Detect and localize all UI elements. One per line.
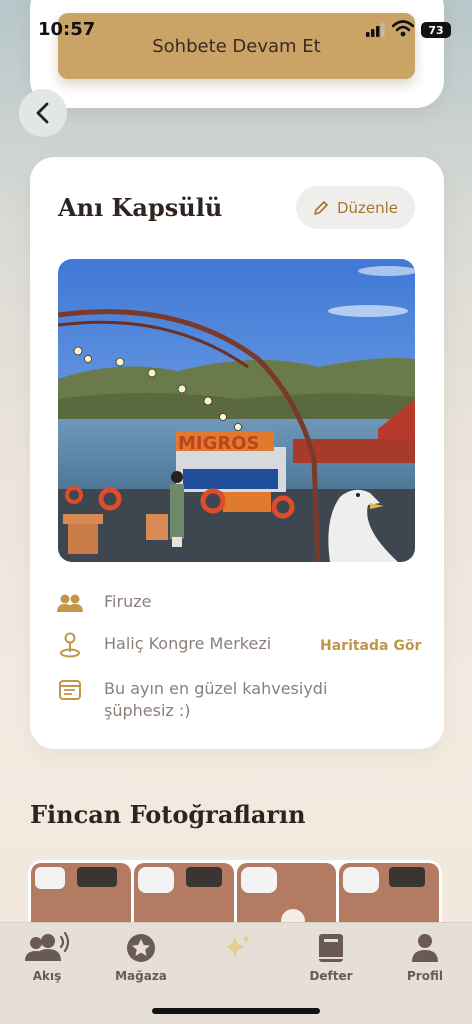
memory-note: Bu ayın en güzel kahvesiydi şüphesiz :) [104, 678, 327, 722]
chevron-left-icon [36, 102, 49, 124]
tab-profile[interactable]: Profil [385, 931, 465, 983]
note-line-2: şüphesiz :) [104, 701, 191, 720]
tab-label: Profil [407, 969, 443, 983]
tab-center[interactable] [196, 931, 276, 969]
pencil-icon [314, 200, 328, 215]
view-on-map-link[interactable]: Haritada Gör [320, 638, 421, 654]
location-name: Haliç Kongre Merkezi [104, 634, 272, 653]
cellular-signal-icon [366, 23, 385, 37]
note-row: Bu ayın en güzel kahvesiydi şüphesiz :) [56, 678, 327, 722]
location-pin-icon [60, 632, 80, 658]
tab-label: Mağaza [115, 969, 167, 983]
note-icon [59, 680, 81, 700]
waterfront-photo: MIGROS [58, 259, 415, 562]
person-row: Firuze [56, 591, 151, 615]
tab-feed[interactable]: Akış [7, 931, 87, 983]
memory-photo[interactable]: MIGROS [58, 259, 415, 562]
home-indicator [152, 1008, 320, 1014]
back-button[interactable] [19, 89, 67, 137]
people-icon [57, 594, 83, 612]
photo-sign-text: MIGROS [178, 433, 260, 454]
people-wave-icon [25, 931, 70, 961]
wifi-icon [392, 20, 414, 37]
edit-label: Düzenle [336, 198, 399, 217]
card-title: Anı Kapsülü [58, 193, 223, 222]
sparkle-icon [225, 934, 250, 959]
tab-notebook[interactable]: Defter [291, 931, 371, 983]
edit-button[interactable]: Düzenle [296, 186, 415, 229]
tab-label: Defter [309, 969, 353, 983]
tab-store[interactable]: Mağaza [101, 931, 181, 983]
location-row: Haliç Kongre Merkezi [56, 632, 272, 658]
book-icon [319, 934, 343, 962]
status-time: 10:57 [38, 19, 96, 40]
memory-capsule-card: Anı Kapsülü Düzenle MIGROS Firuze Haliç … [30, 157, 444, 749]
cup-photos-title: Fincan Fotoğrafların [30, 800, 306, 829]
note-line-1: Bu ayın en güzel kahvesiydi [104, 679, 328, 698]
person-name: Firuze [104, 592, 152, 611]
tab-label: Akış [32, 969, 62, 983]
star-circle-icon [127, 934, 155, 962]
battery-indicator: 73 [421, 22, 451, 38]
person-icon [412, 934, 438, 962]
status-bar: 10:57 73 [0, 0, 472, 58]
